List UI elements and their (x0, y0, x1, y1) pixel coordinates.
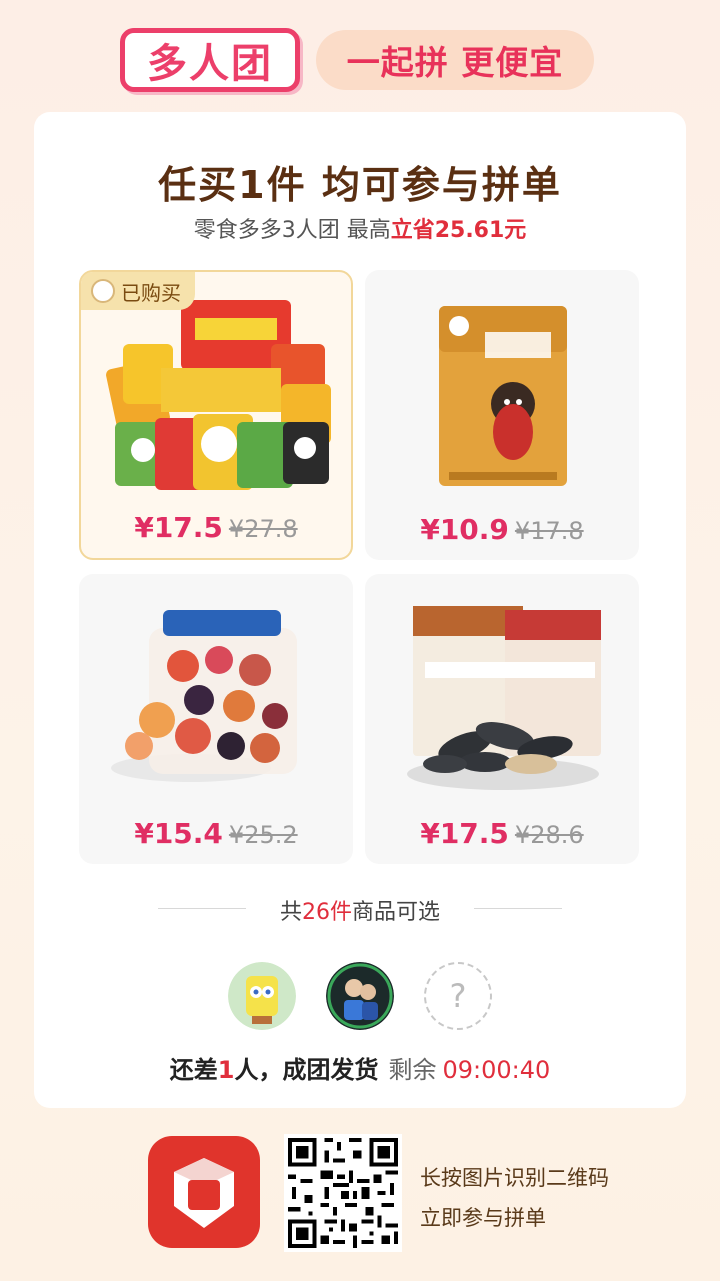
footer-line-1: 长按图片识别二维码 (420, 1166, 609, 1190)
savings-highlight: 立省25.61元 (390, 218, 527, 243)
group-price: ¥10.9 (420, 513, 509, 546)
sunflower-seeds-image (407, 606, 601, 790)
group-buy-card: 任买1件 均可参与拼单 零食多多3人团 最高立省25.61元 已购买 ¥17.5… (34, 112, 686, 1108)
footer: 长按图片识别二维码 立即参与拼单 (0, 1130, 720, 1260)
price-row: ¥17.5 ¥28.6 (365, 817, 639, 850)
member-avatar-1 (228, 962, 296, 1030)
empty-slot-avatar: ? (424, 962, 492, 1030)
count-suffix: 商品可选 (352, 900, 441, 925)
group-price: ¥15.4 (134, 817, 223, 850)
price-row: ¥10.9 ¥17.8 (365, 513, 639, 546)
product-card-1[interactable]: 已购买 ¥17.5 ¥27.8 (79, 270, 353, 560)
bought-tag: 已购买 (81, 272, 195, 310)
status-part2: 人，成团发货 (234, 1056, 379, 1084)
status-part1: 还差 (169, 1056, 218, 1084)
original-price: ¥25.2 (228, 821, 298, 849)
subtitle-text: 零食多多3人团 最高 (193, 218, 391, 243)
card-subtitle: 零食多多3人团 最高立省25.61元 (34, 212, 686, 244)
original-price: ¥28.6 (514, 821, 584, 849)
peanut-bag-image (439, 306, 567, 486)
remaining-label: 剩余 (388, 1056, 437, 1084)
group-status: 还差1人，成团发货 剩余 09:00:40 (34, 1050, 686, 1085)
member-avatar-2 (326, 962, 394, 1030)
count-number: 26件 (302, 900, 352, 925)
divider-line (158, 908, 246, 909)
product-card-2[interactable]: ¥10.9 ¥17.8 (365, 270, 639, 560)
dried-fruit-jar-image (111, 610, 297, 782)
group-price: ¥17.5 (420, 817, 509, 850)
duorentuan-logo: 多人团 (120, 28, 300, 92)
buyer-avatar (91, 279, 115, 303)
countdown-timer: 09:00:40 (442, 1056, 551, 1084)
original-price: ¥17.8 (514, 517, 584, 545)
pinduoduo-app-icon (148, 1136, 260, 1248)
divider-line (474, 908, 562, 909)
count-prefix: 共 (279, 900, 302, 925)
product-count: 共26件商品可选 (34, 894, 686, 926)
footer-line-2: 立即参与拼单 (420, 1206, 546, 1230)
status-number: 1 (217, 1056, 235, 1084)
product-card-3[interactable]: ¥15.4 ¥25.2 (79, 574, 353, 864)
original-price: ¥27.8 (228, 515, 298, 543)
card-title: 任买1件 均可参与拼单 (158, 163, 562, 207)
snack-gift-pack-image (106, 300, 331, 490)
header: 多人团 一起拼 更便宜 (0, 0, 720, 110)
bought-tag-label: 已购买 (121, 280, 181, 305)
slogan-pill: 一起拼 更便宜 (316, 30, 594, 90)
price-row: ¥17.5 ¥27.8 (81, 511, 351, 544)
product-card-4[interactable]: ¥17.5 ¥28.6 (365, 574, 639, 864)
qr-code[interactable] (284, 1134, 402, 1252)
price-row: ¥15.4 ¥25.2 (79, 817, 353, 850)
footer-instructions: 长按图片识别二维码 立即参与拼单 (420, 1158, 609, 1238)
group-price: ¥17.5 (134, 511, 223, 544)
